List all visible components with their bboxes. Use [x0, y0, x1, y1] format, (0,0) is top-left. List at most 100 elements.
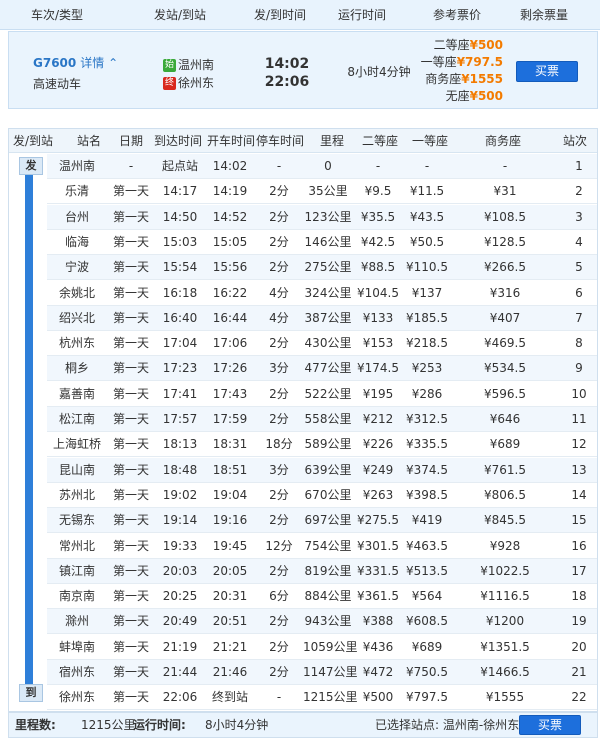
date: 第一天 — [112, 412, 149, 426]
to-station[interactable]: 终徐州东 — [163, 74, 214, 91]
distance: 477公里 — [304, 361, 352, 376]
table-row[interactable]: 无锡东 第一天 19:14 19:16 2分 697公里 ¥275.5 ¥419 ¥845.5 1… — [47, 508, 597, 534]
start-tag-icon: 始 — [163, 59, 176, 72]
stop-time: 2分 — [269, 234, 289, 249]
distance: 754公里 — [304, 538, 352, 553]
footer-buy-button[interactable]: 买票 — [519, 715, 581, 735]
station-name: 松江南 — [58, 412, 95, 426]
distance: 697公里 — [304, 513, 352, 528]
arrive-time: 21:19 — [162, 639, 198, 654]
depart-time: 21:46 — [212, 665, 248, 679]
table-row[interactable]: 上海虹桥 第一天 18:13 18:31 18分 589公里 ¥226 ¥335.5 ¥689 1… — [47, 432, 597, 458]
buy-button[interactable]: 买票 — [516, 61, 578, 82]
price-first: ¥750.5 — [406, 665, 448, 679]
station-name: 无锡东 — [58, 513, 95, 528]
price-second: ¥301.5 — [357, 538, 399, 553]
price-business: ¥534.5 — [484, 361, 526, 376]
date: 第一天 — [112, 462, 149, 477]
stops-table: 发/到站 站名 日期 到达时间 开车时间 停车时间 里程 二等座 一等座 商务座 站次 发 到 温州… — [8, 128, 598, 712]
price-first: ¥137 — [411, 285, 443, 300]
table-row[interactable]: 温州南 - 起点站 14:02 - 0 - - - 1 — [47, 154, 597, 179]
runtime-label: 运行时间: — [133, 718, 186, 732]
table-row[interactable]: 宿州东 第一天 21:44 21:46 2分 1147公里 ¥472 ¥750.5 ¥1466.… — [47, 660, 597, 685]
price-first: ¥185.5 — [406, 310, 448, 325]
price-second: ¥195 — [362, 386, 394, 401]
price-business: ¥266.5 — [484, 260, 526, 275]
col-duration: 运行时间 — [337, 8, 386, 22]
price-second: - — [375, 159, 381, 173]
date: 第一天 — [112, 639, 149, 654]
distance: 589公里 — [304, 437, 352, 452]
table-row[interactable]: 乐清 第一天 14:17 14:19 2分 35公里 ¥9.5 ¥11.5 ¥31 2 — [47, 179, 597, 205]
table-row[interactable]: 嘉善南 第一天 17:41 17:43 2分 522公里 ¥195 ¥286 ¥596.5 10 — [47, 382, 597, 407]
table-row[interactable]: 苏州北 第一天 19:02 19:04 2分 670公里 ¥263 ¥398.5 ¥806.5 1… — [47, 483, 597, 508]
table-row[interactable]: 镇江南 第一天 20:03 20:05 2分 819公里 ¥331.5 ¥513.5 ¥1022… — [47, 558, 597, 584]
price-second: ¥275.5 — [357, 513, 399, 528]
price-noseat-value: ¥500 — [469, 89, 503, 103]
price-second: ¥249 — [362, 462, 394, 477]
stop-time: 2分 — [269, 260, 289, 275]
arrive-time: 21:44 — [162, 665, 198, 679]
depart-time: 20:31 — [212, 589, 248, 604]
table-row[interactable]: 蚌埠南 第一天 21:19 21:21 2分 1059公里 ¥436 ¥689 ¥1351.5 2… — [47, 635, 597, 660]
runtime-value: 8小时4分钟 — [205, 718, 269, 732]
table-row[interactable]: 杭州东 第一天 17:04 17:06 2分 430公里 ¥153 ¥218.5 ¥469.5 8 — [47, 331, 597, 357]
stop-seq: 11 — [571, 412, 587, 426]
stop-time: 2分 — [269, 614, 289, 629]
table-row[interactable]: 宁波 第一天 15:54 15:56 2分 275公里 ¥88.5 ¥110.5 ¥266.5 5 — [47, 255, 597, 281]
distance: 670公里 — [304, 487, 352, 502]
station-name: 绍兴北 — [58, 310, 95, 325]
train-number[interactable]: G7600 — [33, 56, 76, 70]
stop-time: 18分 — [265, 437, 293, 452]
table-row[interactable]: 常州北 第一天 19:33 19:45 12分 754公里 ¥301.5 ¥463.5 ¥928… — [47, 534, 597, 559]
price-second: ¥9.5 — [364, 184, 392, 199]
stop-time: 2分 — [269, 639, 289, 654]
table-row[interactable]: 桐乡 第一天 17:23 17:26 3分 477公里 ¥174.5 ¥253 ¥534.5 9 — [47, 356, 597, 382]
price-second: ¥226 — [362, 437, 394, 452]
th-business: 商务座 — [484, 134, 521, 148]
table-row[interactable]: 徐州东 第一天 22:06 终到站 - 1215公里 ¥500 ¥797.5 ¥1555 22 — [47, 685, 597, 711]
price-first: ¥564 — [411, 589, 443, 604]
table-row[interactable]: 余姚北 第一天 16:18 16:22 4分 324公里 ¥104.5 ¥137 ¥316 6 — [47, 281, 597, 306]
from-station[interactable]: 始温州南 — [163, 56, 214, 73]
stop-seq: 13 — [571, 462, 587, 477]
price-business: ¥108.5 — [484, 209, 526, 224]
stop-time: 2分 — [269, 665, 289, 679]
price-second: ¥42.5 — [360, 234, 396, 249]
station-name: 临海 — [64, 234, 89, 249]
distance: 35公里 — [308, 184, 348, 199]
detail-link[interactable]: 详情 ⌃ — [80, 56, 118, 70]
station-name: 乐清 — [64, 184, 89, 199]
price-first: - — [424, 159, 430, 173]
station-name: 余姚北 — [58, 285, 95, 300]
table-row[interactable]: 松江南 第一天 17:57 17:59 2分 558公里 ¥212 ¥312.5 ¥646 11 — [47, 407, 597, 432]
table-row[interactable]: 南京南 第一天 20:25 20:31 6分 884公里 ¥361.5 ¥564 ¥1116.5… — [47, 584, 597, 610]
price-first: ¥797.5 — [406, 690, 448, 705]
table-row[interactable]: 绍兴北 第一天 16:40 16:44 4分 387公里 ¥133 ¥185.5 ¥407 7 — [47, 305, 597, 331]
date: 第一天 — [112, 184, 149, 199]
price-first: ¥463.5 — [406, 538, 448, 553]
th-first: 一等座 — [411, 134, 448, 148]
table-row[interactable]: 台州 第一天 14:50 14:52 2分 123公里 ¥35.5 ¥43.5 ¥108.5 3 — [47, 204, 597, 230]
depart-time: 20:05 — [212, 563, 248, 578]
table-row[interactable]: 昆山南 第一天 18:48 18:51 3分 639公里 ¥249 ¥374.5 ¥761.5 1… — [47, 457, 597, 483]
table-row[interactable]: 滁州 第一天 20:49 20:51 2分 943公里 ¥388 ¥608.5 ¥1200 19 — [47, 609, 597, 635]
distance: 819公里 — [304, 563, 352, 578]
stop-seq: 6 — [575, 285, 583, 300]
price-business: - — [502, 159, 508, 173]
stop-seq: 17 — [571, 563, 587, 578]
results-header: 车次/类型 发站/到站 发/到时间 运行时间 参考票价 剩余票量 — [0, 0, 600, 30]
station-name: 宿州东 — [58, 665, 95, 679]
station-name: 台州 — [64, 209, 89, 224]
price-business: ¥1022.5 — [480, 563, 530, 578]
price-business: ¥761.5 — [484, 462, 526, 477]
stop-time: 3分 — [269, 361, 289, 376]
from-station-name: 温州南 — [178, 58, 215, 72]
price-second-value: ¥500 — [469, 38, 503, 52]
stop-time: - — [276, 159, 282, 173]
table-row[interactable]: 临海 第一天 15:03 15:05 2分 146公里 ¥42.5 ¥50.5 ¥128.5 4 — [47, 230, 597, 255]
station-name: 桐乡 — [64, 361, 89, 376]
arrive-time: 17:23 — [162, 361, 198, 376]
depart-time: 14:19 — [212, 184, 248, 199]
price-business: ¥469.5 — [484, 336, 526, 351]
